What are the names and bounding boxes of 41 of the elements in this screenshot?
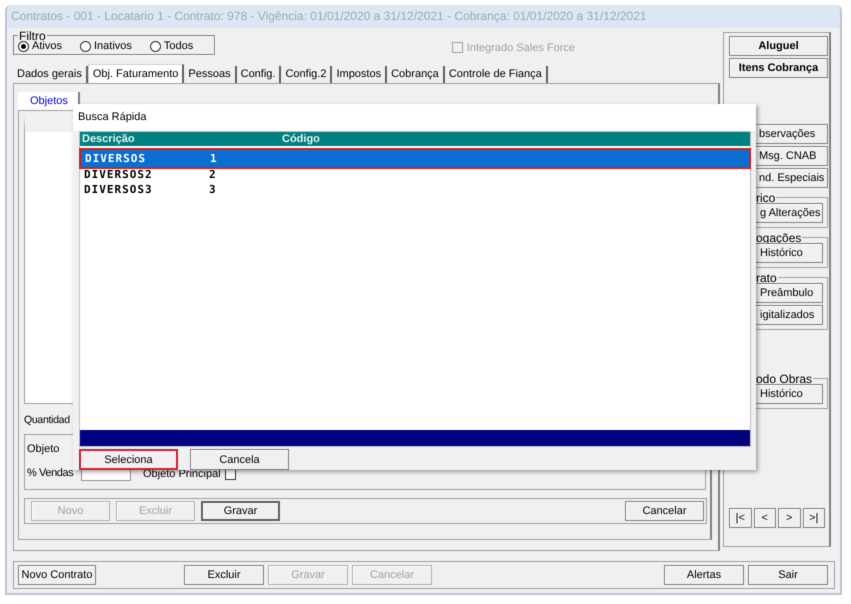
column-header: Código xyxy=(282,132,320,145)
grid-cell: 1 xyxy=(210,152,218,165)
group-label: ogações xyxy=(755,232,802,243)
nav-button[interactable]: >| xyxy=(802,508,825,528)
group-label: rato xyxy=(755,272,778,283)
group-label: rico xyxy=(755,192,776,203)
grid-cell-text: DIVERSOS2 xyxy=(83,168,154,181)
radio-label[interactable]: Todos xyxy=(164,40,194,52)
tab[interactable]: Obj. Faturamento xyxy=(88,64,184,83)
field-label: Quantidad xyxy=(24,414,70,428)
radio-button[interactable] xyxy=(150,40,161,52)
nav-button[interactable]: < xyxy=(754,508,776,528)
window-title: Contratos - 001 - Locatario 1 - Contrato: 978 - Vigência: 01/01/2020 a 31/12/2021 - Cobrança: 01/01/2020 a 31/12/2021 xyxy=(11,9,647,24)
tab[interactable]: Objetos xyxy=(18,92,80,110)
grid-cell-text: DIVERSOS3 xyxy=(83,182,154,196)
button[interactable]: Seleciona xyxy=(79,449,178,470)
group-label: odo Obras xyxy=(755,374,814,384)
button[interactable]: Novo Contrato xyxy=(18,565,96,586)
radio-button[interactable] xyxy=(80,40,91,52)
grid-cell: 2 xyxy=(209,168,217,181)
radio-label[interactable]: Ativos xyxy=(32,40,62,52)
grid-cell: 3 xyxy=(209,182,217,196)
button[interactable]: Aluguel xyxy=(729,36,828,56)
field-label: % Vendas xyxy=(27,466,74,479)
group-label: Filtro xyxy=(18,30,46,41)
dialog-title: Busca Rápida xyxy=(78,111,146,124)
button[interactable]: Cancela xyxy=(190,449,289,470)
button[interactable]: Alertas xyxy=(664,565,744,586)
field-label: Objeto xyxy=(27,442,60,455)
radio-button[interactable] xyxy=(18,40,29,52)
column-header: Descrição xyxy=(81,132,136,145)
radio-label[interactable]: Inativos xyxy=(94,40,132,52)
nav-button[interactable]: > xyxy=(778,508,800,528)
button[interactable]: Itens Cobrança xyxy=(729,58,828,78)
nav-button[interactable]: |< xyxy=(729,508,752,528)
button[interactable]: Gravar xyxy=(201,500,280,521)
button[interactable]: Sair xyxy=(748,565,828,586)
grid-row[interactable]: DIVERSOS 1 xyxy=(81,150,749,167)
button[interactable]: Excluir xyxy=(184,565,264,586)
grid-cell-text: DIVERSOS xyxy=(84,152,147,165)
button[interactable]: Cancelar xyxy=(625,500,704,521)
